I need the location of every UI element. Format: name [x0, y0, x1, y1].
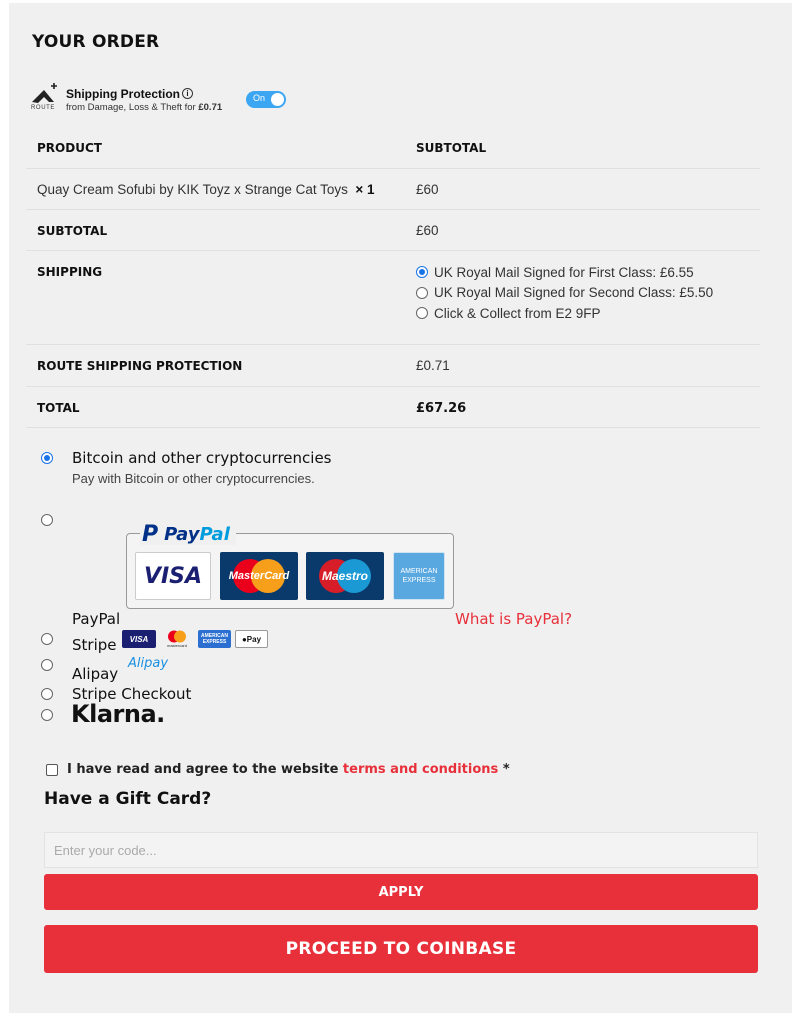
stripe-title: Stripe — [72, 636, 117, 654]
shipping-row: SHIPPING UK Royal Mail Signed for First … — [26, 251, 760, 345]
terms-checkbox[interactable] — [46, 763, 58, 776]
subtotal-row: SUBTOTAL £60 — [26, 210, 760, 251]
subtotal-header: SUBTOTAL — [416, 141, 487, 155]
amex-card-icon: AMERICAN EXPRESS — [393, 552, 445, 600]
crypto-description: Pay with Bitcoin or other cryptocurrenci… — [72, 471, 315, 486]
apple-pay-badge-icon: ● Pay — [235, 630, 268, 648]
payment-radio-crypto[interactable] — [41, 452, 53, 464]
mastercard-badge-icon: mastercard — [160, 630, 194, 648]
shipping-label: SHIPPING — [37, 265, 103, 279]
visa-badge-icon: VISA — [122, 630, 156, 648]
route-title: Shipping Protection — [66, 87, 180, 101]
proceed-to-coinbase-button[interactable]: PROCEED TO COINBASE — [44, 925, 758, 973]
required-marker: * — [502, 762, 510, 777]
paypal-logo: P PayPal — [140, 521, 236, 547]
route-subtitle: from Damage, Loss & Theft for £0.71 — [66, 102, 223, 113]
route-label: ROUTE SHIPPING PROTECTION — [37, 359, 243, 373]
klarna-logo: Klarna. — [71, 700, 165, 728]
product-name: Quay Cream Sofubi by KIK Toyz x Strange … — [37, 182, 375, 197]
shipping-radio[interactable] — [416, 266, 428, 279]
alipay-title: Alipay — [72, 665, 119, 683]
payment-radio-paypal[interactable] — [41, 514, 53, 526]
route-protection: ROUTE Shipping Protection i from Damage,… — [30, 80, 330, 114]
shipping-option-label: UK Royal Mail Signed for First Class: £6… — [434, 264, 694, 280]
shipping-option-label: UK Royal Mail Signed for Second Class: £… — [434, 285, 714, 301]
gift-card-title: Have a Gift Card? — [44, 789, 212, 809]
payment-radio-stripe[interactable] — [41, 633, 53, 645]
alipay-logo: Alipay — [128, 656, 169, 671]
total-row: TOTAL £67.26 — [26, 387, 760, 428]
shipping-option-click-collect[interactable]: Click & Collect from E2 9FP — [416, 303, 713, 324]
shipping-radio[interactable] — [416, 286, 428, 299]
what-is-paypal-link[interactable]: What is PayPal? — [455, 610, 572, 628]
paypal-title: PayPal — [72, 610, 121, 628]
route-logo-text: ROUTE — [31, 105, 55, 111]
crypto-title: Bitcoin and other cryptocurrencies — [72, 449, 332, 467]
amex-badge-icon: AMERICAN EXPRESS — [198, 630, 231, 648]
subtotal-value: £60 — [416, 223, 439, 238]
route-toggle[interactable]: On — [246, 91, 286, 108]
paypal-p-icon: P — [142, 521, 159, 547]
payment-radio-stripe-checkout[interactable] — [41, 688, 53, 700]
product-header: PRODUCT — [37, 141, 102, 155]
shipping-radio[interactable] — [416, 307, 428, 320]
paypal-wordmark: PayPal — [164, 523, 230, 545]
order-title: YOUR ORDER — [32, 32, 160, 52]
shipping-options: UK Royal Mail Signed for First Class: £6… — [416, 262, 713, 324]
table-row: Quay Cream Sofubi by KIK Toyz x Strange … — [26, 169, 760, 210]
terms-prefix: I have read and agree to the website — [67, 762, 339, 777]
apply-button[interactable]: APPLY — [44, 874, 758, 910]
info-icon[interactable]: i — [182, 88, 193, 99]
table-header-row: PRODUCT SUBTOTAL — [26, 127, 760, 169]
route-value: £0.71 — [416, 358, 450, 373]
route-toggle-label: On — [253, 93, 266, 103]
product-price: £60 — [416, 182, 439, 197]
total-value: £67.26 — [416, 401, 467, 416]
gift-code-input[interactable] — [44, 832, 758, 868]
mastercard-card-icon: MasterCard — [220, 552, 298, 600]
terms-agreement[interactable]: I have read and agree to the website ter… — [46, 762, 510, 777]
shipping-option-first-class[interactable]: UK Royal Mail Signed for First Class: £6… — [416, 262, 713, 283]
payment-radio-klarna[interactable] — [41, 709, 53, 721]
toggle-knob — [271, 93, 284, 106]
visa-card-icon: VISA — [135, 552, 211, 600]
shipping-option-label: Click & Collect from E2 9FP — [434, 305, 601, 321]
payment-radio-alipay[interactable] — [41, 659, 53, 671]
route-row: ROUTE SHIPPING PROTECTION £0.71 — [26, 345, 760, 387]
shipping-option-second-class[interactable]: UK Royal Mail Signed for Second Class: £… — [416, 283, 713, 304]
order-table: PRODUCT SUBTOTAL Quay Cream Sofubi by KI… — [26, 127, 760, 428]
subtotal-label: SUBTOTAL — [37, 224, 108, 238]
total-label: TOTAL — [37, 401, 80, 415]
maestro-card-icon: Maestro — [306, 552, 384, 600]
terms-link[interactable]: terms and conditions — [343, 762, 498, 777]
